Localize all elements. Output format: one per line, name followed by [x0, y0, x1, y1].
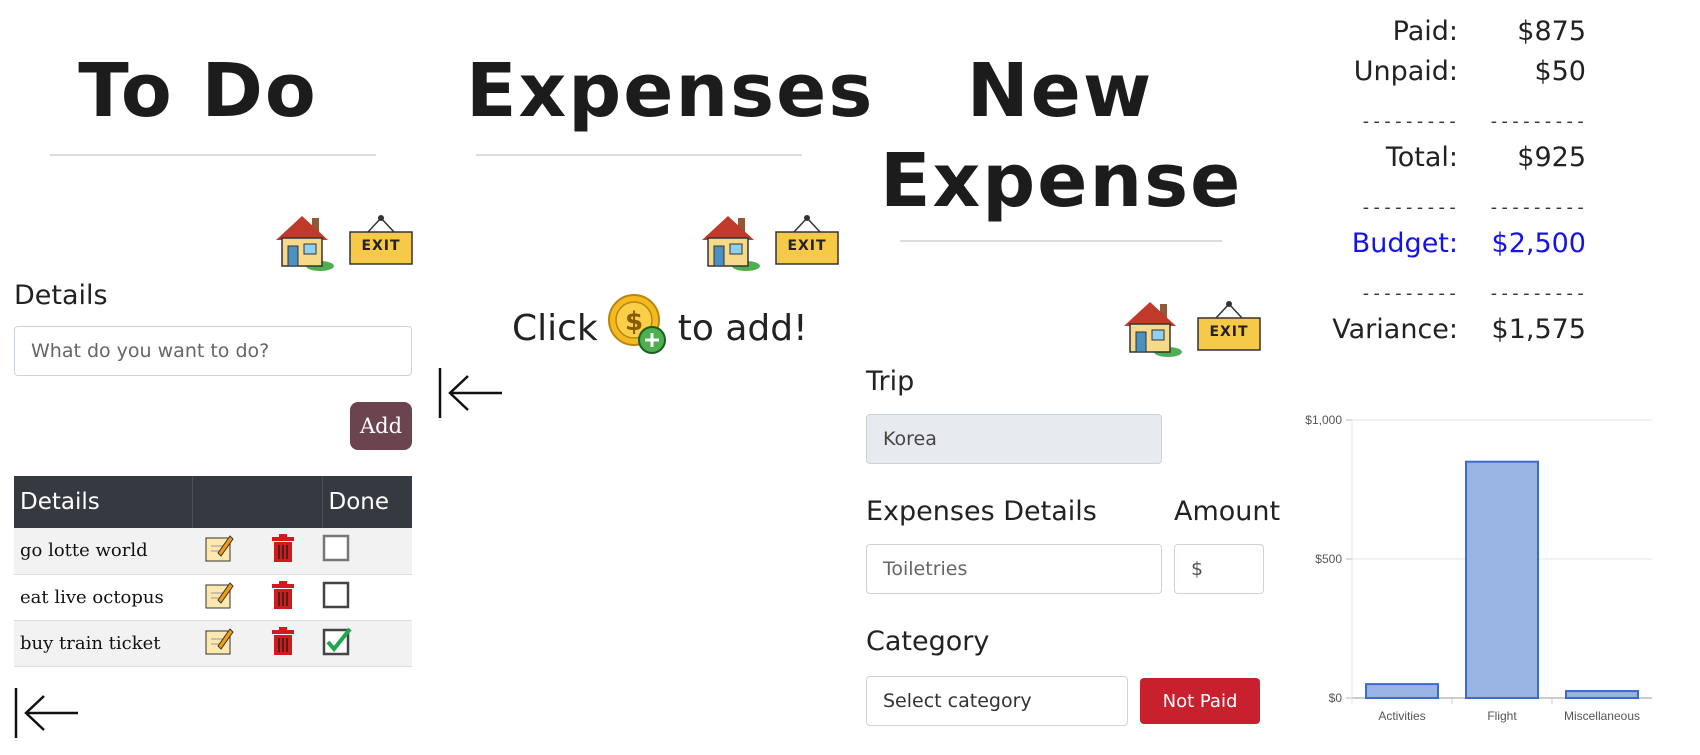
total-label: Total: [1385, 142, 1458, 173]
expense-details-label: Expenses Details [866, 496, 1097, 527]
new-expense-home-button[interactable] [1120, 296, 1184, 358]
todo-back-button[interactable] [14, 686, 80, 740]
amount-placeholder: $ [1191, 558, 1204, 580]
expenses-home-button[interactable] [698, 210, 762, 272]
todo-item-text: buy train ticket [14, 620, 192, 667]
trip-label: Trip [866, 366, 915, 397]
total-row: Total: $925 [1308, 142, 1598, 186]
todo-col-actions [192, 476, 323, 528]
paid-row: Paid: $875 [1308, 16, 1598, 56]
divider-right: --------- [1488, 110, 1586, 132]
click-text: Click [512, 307, 598, 349]
paid-status-button[interactable]: Not Paid [1140, 678, 1260, 724]
expenses-title: Expenses [466, 48, 875, 134]
todo-details-placeholder: What do you want to do? [31, 340, 270, 362]
expenses-back-button[interactable] [438, 366, 504, 420]
category-selected: Select category [883, 690, 1032, 712]
variance-row: Variance: $1,575 [1308, 314, 1598, 358]
x-tick-label: Miscellaneous [1564, 709, 1640, 723]
y-tick-label: $500 [1315, 552, 1342, 566]
back-arrow-icon [438, 368, 502, 418]
edit-icon[interactable] [204, 533, 234, 568]
y-tick-label: $1,000 [1305, 413, 1342, 427]
total-value: $925 [1517, 142, 1586, 173]
expenses-exit-button[interactable]: EXIT [774, 214, 840, 268]
house-icon [702, 216, 760, 271]
expense-details-input[interactable]: Toiletries [866, 544, 1162, 594]
add-button[interactable]: Add [350, 402, 412, 450]
unpaid-label: Unpaid: [1353, 56, 1458, 87]
amount-input[interactable]: $ [1174, 544, 1264, 594]
x-tick-label: Flight [1487, 709, 1517, 723]
todo-item-text: eat live octopus [14, 574, 192, 621]
new-expense-title-line2: Expense [880, 138, 1243, 224]
paid-value: $875 [1517, 16, 1586, 47]
todo-table: Details Done go lotte world eat live oct… [14, 476, 412, 667]
summary-divider: --------- --------- [1308, 272, 1598, 314]
todo-item-text: go lotte world [14, 528, 192, 575]
divider-left: --------- [1360, 282, 1458, 304]
todo-details-label: Details [14, 280, 108, 311]
table-row: buy train ticket [14, 620, 412, 667]
checkbox-unchecked-icon[interactable] [322, 581, 352, 614]
summary-divider: --------- --------- [1308, 186, 1598, 228]
amount-label: Amount [1174, 496, 1281, 527]
back-arrow-icon [14, 688, 78, 738]
table-row: go lotte world [14, 528, 412, 575]
click-to-add-hint: Click $ to add! [512, 293, 808, 360]
checkbox-unchecked-icon[interactable] [322, 534, 352, 567]
exit-sign-label: EXIT [361, 238, 401, 254]
variance-value: $1,575 [1491, 314, 1586, 345]
trash-icon[interactable] [270, 626, 296, 661]
todo-title: To Do [78, 48, 318, 134]
new-expense-exit-button[interactable]: EXIT [1196, 300, 1262, 354]
expense-details-placeholder: Toiletries [883, 558, 968, 580]
to-add-text: to add! [677, 307, 808, 349]
house-icon [276, 216, 334, 271]
divider-right: --------- [1488, 196, 1586, 218]
expense-bar-chart: $0 $500 $1,000 Activities Flight Miscellaneou… [1305, 413, 1652, 723]
bar-miscellaneous [1565, 690, 1639, 699]
new-expense-title-divider [900, 240, 1222, 242]
category-label: Category [866, 626, 990, 657]
category-select[interactable]: Select category [866, 676, 1128, 726]
trash-icon[interactable] [270, 580, 296, 615]
variance-label: Variance: [1332, 314, 1458, 345]
paid-label: Paid: [1392, 16, 1458, 47]
unpaid-value: $50 [1534, 56, 1586, 87]
summary-panel: Paid: $875 Unpaid: $50 --------- -------… [1308, 16, 1598, 358]
trip-field[interactable]: Korea [866, 414, 1162, 464]
todo-details-input[interactable]: What do you want to do? [14, 326, 412, 376]
add-coin-icon[interactable]: $ [606, 292, 670, 365]
new-expense-title-line1: New [966, 48, 1154, 134]
budget-value: $2,500 [1491, 228, 1586, 259]
trip-value: Korea [883, 428, 937, 450]
trash-icon[interactable] [270, 533, 296, 568]
todo-home-button[interactable] [272, 210, 336, 272]
bar-activities [1365, 683, 1439, 700]
x-tick-label: Activities [1378, 709, 1425, 723]
house-icon [1124, 302, 1182, 357]
todo-exit-button[interactable]: EXIT [348, 214, 414, 268]
table-row: eat live octopus [14, 574, 412, 621]
budget-label: Budget: [1351, 228, 1458, 259]
todo-col-done: Done [322, 476, 412, 528]
edit-icon[interactable] [204, 580, 234, 615]
divider-left: --------- [1360, 110, 1458, 132]
summary-divider: --------- --------- [1308, 100, 1598, 142]
y-tick-label: $0 [1329, 691, 1343, 705]
divider-right: --------- [1488, 282, 1586, 304]
unpaid-row: Unpaid: $50 [1308, 56, 1598, 100]
budget-row: Budget: $2,500 [1308, 228, 1598, 272]
exit-sign-label: EXIT [787, 238, 827, 254]
divider-left: --------- [1360, 196, 1458, 218]
bar-flight [1465, 460, 1539, 700]
todo-title-divider [50, 154, 376, 156]
edit-icon[interactable] [204, 626, 234, 661]
checkbox-checked-icon[interactable] [322, 626, 354, 661]
exit-sign-label: EXIT [1209, 324, 1249, 340]
todo-col-details: Details [14, 476, 193, 528]
expenses-title-divider [476, 154, 802, 156]
